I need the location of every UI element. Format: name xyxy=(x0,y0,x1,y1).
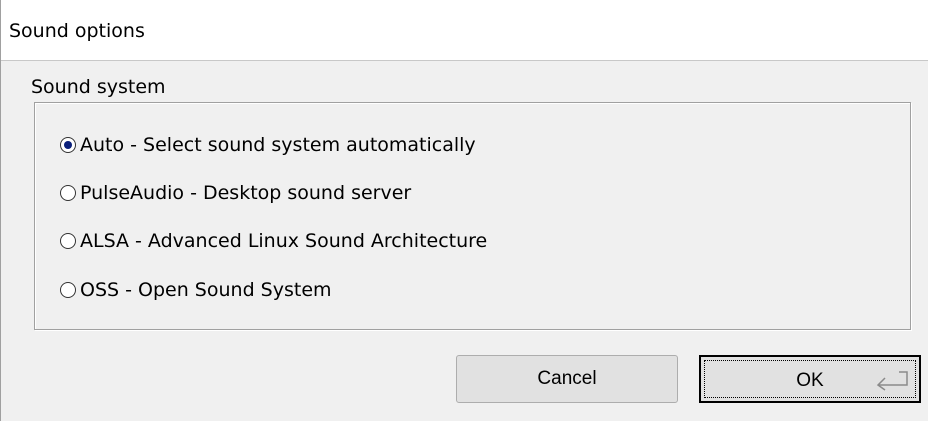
ok-button[interactable]: OK xyxy=(699,355,921,403)
radio-option-pulseaudio[interactable]: PulseAudio - Desktop sound server xyxy=(60,178,411,208)
enter-key-icon xyxy=(876,371,908,391)
cancel-button[interactable]: Cancel xyxy=(456,355,678,403)
radio-button-alsa[interactable] xyxy=(60,233,76,249)
radio-option-oss[interactable]: OSS - Open Sound System xyxy=(60,275,332,305)
radio-label-alsa[interactable]: ALSA - Advanced Linux Sound Architecture xyxy=(80,230,487,252)
sound-system-group: Sound system Auto - Select sound system … xyxy=(21,70,911,332)
sound-options-dialog: Sound options Sound system Auto - Select… xyxy=(0,0,928,421)
group-legend: Sound system xyxy=(31,76,166,98)
dialog-title: Sound options xyxy=(9,20,145,42)
cancel-button-label: Cancel xyxy=(537,368,597,389)
radio-option-alsa[interactable]: ALSA - Advanced Linux Sound Architecture xyxy=(60,226,487,256)
radio-option-auto[interactable]: Auto - Select sound system automatically xyxy=(60,130,476,160)
title-bar: Sound options xyxy=(1,0,928,61)
radio-label-pulseaudio[interactable]: PulseAudio - Desktop sound server xyxy=(80,182,411,204)
radio-button-oss[interactable] xyxy=(60,282,76,298)
radio-button-auto[interactable] xyxy=(60,137,76,153)
radio-label-auto[interactable]: Auto - Select sound system automatically xyxy=(80,134,476,156)
radio-label-oss[interactable]: OSS - Open Sound System xyxy=(80,279,332,301)
radio-button-pulseaudio[interactable] xyxy=(60,185,76,201)
